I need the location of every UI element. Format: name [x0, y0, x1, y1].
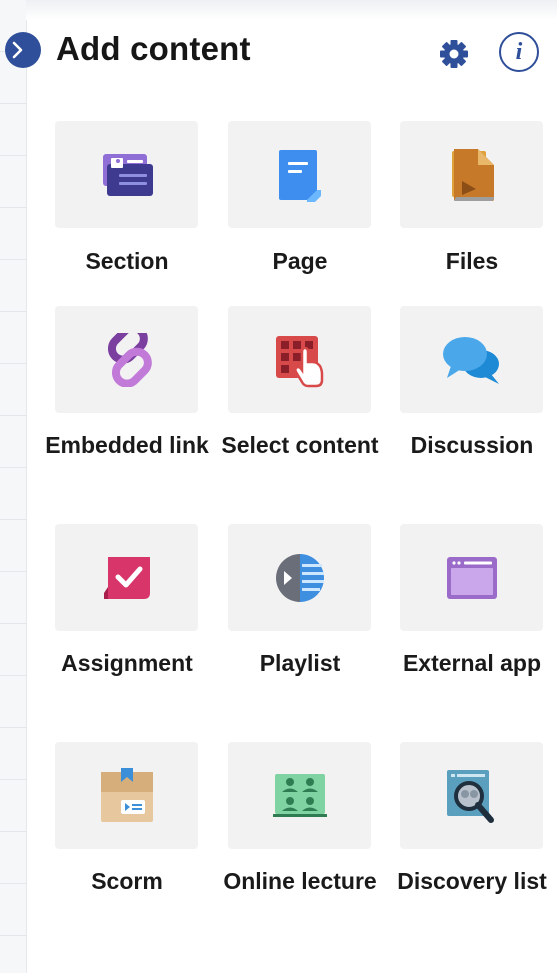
playlist-tile[interactable] — [228, 524, 371, 631]
select-content-icon — [275, 335, 323, 387]
collapse-panel-button[interactable] — [5, 32, 41, 68]
online-lecture-tile[interactable] — [228, 742, 371, 849]
online-lecture-icon — [272, 773, 327, 817]
page-tile[interactable] — [228, 121, 371, 228]
external-app-icon — [446, 556, 497, 599]
info-button[interactable]: i — [499, 32, 539, 72]
playlist-label: Playlist — [259, 650, 341, 676]
link-icon — [107, 332, 152, 387]
section-tile[interactable] — [55, 121, 198, 228]
embedded-link-tile[interactable] — [55, 306, 198, 413]
embedded-link-label: Embedded link — [45, 432, 209, 458]
assignment-label: Assignment — [61, 650, 193, 676]
scorm-label: Scorm — [91, 868, 163, 894]
files-label: Files — [445, 248, 499, 274]
section-icon — [102, 153, 153, 196]
files-tile[interactable] — [400, 121, 543, 228]
panel-top-shadow — [26, 0, 557, 20]
select-content-label: Select content — [221, 432, 379, 458]
page-icon — [278, 149, 321, 202]
external-app-tile[interactable] — [400, 524, 543, 631]
external-app-label: External app — [402, 650, 542, 676]
playlist-icon — [275, 553, 324, 602]
chevron-right-icon — [12, 41, 23, 59]
background-content-strip — [0, 0, 27, 973]
discovery-list-icon — [446, 769, 494, 823]
section-label: Section — [85, 248, 169, 274]
info-icon: i — [515, 38, 523, 65]
select-content-tile[interactable] — [228, 306, 371, 413]
scorm-icon — [100, 767, 153, 822]
assignment-icon — [103, 556, 150, 599]
panel-title: Add content — [56, 30, 251, 67]
gear-icon — [440, 40, 468, 68]
files-icon — [451, 148, 494, 201]
online-lecture-label: Online lecture — [223, 868, 377, 894]
discovery-list-tile[interactable] — [400, 742, 543, 849]
discussion-icon — [442, 336, 499, 384]
assignment-tile[interactable] — [55, 524, 198, 631]
discovery-list-label: Discovery list — [397, 868, 547, 894]
discussion-tile[interactable] — [400, 306, 543, 413]
scorm-tile[interactable] — [55, 742, 198, 849]
discussion-label: Discussion — [410, 432, 534, 458]
page-label: Page — [272, 248, 328, 274]
settings-button[interactable] — [437, 37, 471, 71]
